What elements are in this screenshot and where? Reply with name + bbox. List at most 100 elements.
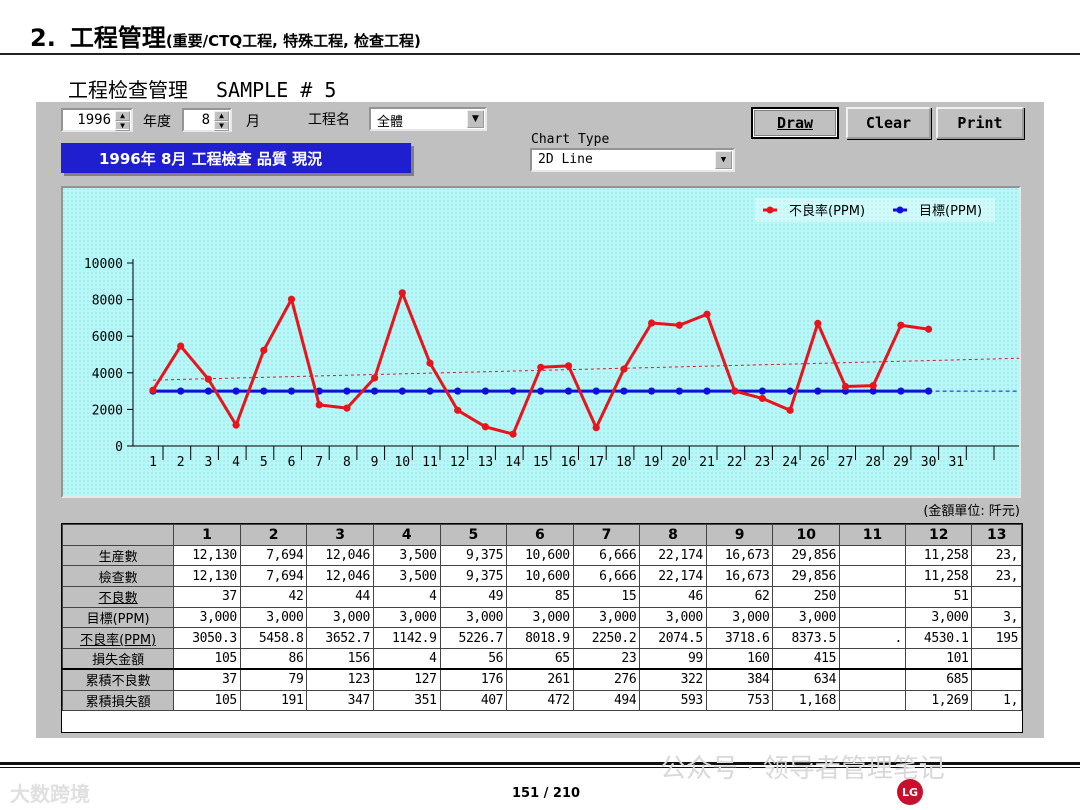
table-cell[interactable]: 105 (173, 689, 241, 712)
table-cell[interactable]: 3,000 (506, 606, 574, 629)
table-cell[interactable]: 2074.5 (639, 627, 707, 650)
table-cell[interactable]: 44 (306, 586, 374, 608)
table-cell[interactable]: 37 (173, 668, 241, 691)
table-cell[interactable]: 4530.1 (904, 627, 973, 650)
process-select[interactable]: 全體 ▼ (369, 107, 487, 131)
table-cell[interactable]: 29,856 (772, 565, 840, 588)
table-cell[interactable]: 191 (239, 689, 308, 712)
table-cell[interactable]: 3,000 (639, 606, 707, 629)
table-cell[interactable] (839, 648, 906, 670)
table-cell[interactable]: 3,000 (904, 606, 973, 629)
table-cell[interactable]: 49 (439, 586, 508, 608)
table-cell[interactable]: 1,168 (772, 689, 840, 712)
table-cell[interactable]: 86 (239, 648, 308, 670)
table-cell[interactable]: 3652.7 (306, 627, 374, 650)
table-cell[interactable]: 12,046 (306, 565, 374, 588)
table-cell[interactable]: 8373.5 (772, 627, 840, 650)
table-cell[interactable]: 4 (372, 648, 441, 670)
table-cell[interactable]: 23 (572, 648, 641, 670)
table-cell[interactable]: 593 (639, 689, 707, 712)
table-cell[interactable]: 37 (173, 586, 241, 608)
spin-arrows-icon[interactable]: ▲ ▼ (115, 111, 130, 131)
table-cell[interactable]: 634 (772, 668, 840, 691)
table-cell[interactable]: 415 (772, 648, 840, 670)
table-cell[interactable]: 472 (506, 689, 574, 712)
table-cell[interactable]: 3,000 (439, 606, 508, 629)
table-cell[interactable] (839, 565, 906, 588)
table-cell[interactable]: 2250.2 (572, 627, 641, 650)
table-cell[interactable]: 5458.8 (239, 627, 308, 650)
table-cell[interactable]: 1,269 (904, 689, 973, 712)
draw-button[interactable]: Draw (751, 107, 839, 139)
table-cell[interactable]: 9,375 (439, 544, 508, 567)
table-cell[interactable]: 85 (506, 586, 574, 608)
dropdown-arrow-icon[interactable]: ▼ (467, 110, 484, 128)
table-cell[interactable]: 15 (572, 586, 641, 608)
table-cell[interactable]: 384 (705, 668, 774, 691)
table-cell[interactable]: 42 (239, 586, 308, 608)
table-cell[interactable]: 494 (572, 689, 641, 712)
table-cell[interactable]: 1142.9 (372, 627, 441, 650)
table-cell[interactable]: 3,500 (372, 565, 441, 588)
table-cell[interactable]: 4 (372, 586, 441, 608)
table-cell[interactable]: 16,673 (705, 544, 774, 567)
table-cell[interactable]: 6,666 (572, 565, 641, 588)
table-cell[interactable]: 685 (904, 668, 973, 691)
table-cell[interactable]: 3,500 (372, 544, 441, 567)
table-cell[interactable]: 3718.6 (705, 627, 774, 650)
dropdown-arrow-icon[interactable]: ▼ (715, 151, 732, 169)
table-cell[interactable]: 79 (239, 668, 308, 691)
table-cell[interactable]: 12,046 (306, 544, 374, 567)
table-cell[interactable] (839, 689, 906, 712)
table-cell[interactable]: 12,130 (173, 544, 241, 567)
spin-arrows-icon[interactable]: ▲ ▼ (214, 111, 229, 131)
table-cell[interactable]: 3,000 (173, 606, 241, 629)
table-cell[interactable]: 65 (506, 648, 574, 670)
table-cell[interactable]: 56 (439, 648, 508, 670)
table-cell[interactable]: 5226.7 (439, 627, 508, 650)
table-cell[interactable] (971, 648, 1022, 670)
table-cell[interactable]: 9,375 (439, 565, 508, 588)
table-cell[interactable]: 62 (705, 586, 774, 608)
data-grid[interactable]: 1 2 3 4 5 6 7 8 9 10 11 12 13 生産數 12,130 7,694 12,046 3,… (61, 523, 1023, 733)
table-cell[interactable]: 3,000 (239, 606, 308, 629)
table-cell[interactable]: 3050.3 (173, 627, 241, 650)
table-cell[interactable] (839, 668, 906, 691)
table-cell[interactable]: 12,130 (173, 565, 241, 588)
table-cell[interactable]: 250 (772, 586, 840, 608)
table-cell[interactable]: 3,000 (572, 606, 641, 629)
table-cell[interactable]: 176 (439, 668, 508, 691)
table-cell[interactable]: 7,694 (239, 565, 308, 588)
table-cell[interactable] (839, 586, 906, 608)
table-cell[interactable]: 3, (971, 606, 1022, 629)
clear-button[interactable]: Clear (846, 107, 931, 139)
table-cell[interactable]: 347 (306, 689, 374, 712)
table-cell[interactable]: 127 (372, 668, 441, 691)
table-cell[interactable]: 261 (506, 668, 574, 691)
table-cell[interactable] (839, 544, 906, 567)
table-cell[interactable]: 3,000 (772, 606, 840, 629)
year-spinner[interactable]: 1996 ▲ ▼ (61, 108, 133, 132)
table-cell[interactable]: 101 (904, 648, 973, 670)
table-cell[interactable]: 351 (372, 689, 441, 712)
table-cell[interactable]: 23, (971, 544, 1022, 567)
table-cell[interactable]: 407 (439, 689, 508, 712)
table-cell[interactable]: 195 (971, 627, 1022, 650)
chart-type-select[interactable]: 2D Line ▼ (530, 148, 735, 172)
table-cell[interactable]: 105 (173, 648, 241, 670)
table-cell[interactable]: 3,000 (306, 606, 374, 629)
table-cell[interactable]: 99 (639, 648, 707, 670)
table-cell[interactable]: 322 (639, 668, 707, 691)
table-cell[interactable]: 10,600 (506, 565, 574, 588)
table-cell[interactable]: . (839, 627, 906, 650)
table-cell[interactable] (971, 586, 1022, 608)
table-cell[interactable] (971, 668, 1022, 691)
table-cell[interactable]: 29,856 (772, 544, 840, 567)
table-cell[interactable]: 11,258 (904, 544, 973, 567)
table-cell[interactable]: 156 (306, 648, 374, 670)
print-button[interactable]: Print (936, 107, 1024, 139)
table-cell[interactable]: 160 (705, 648, 774, 670)
table-cell[interactable]: 11,258 (904, 565, 973, 588)
table-cell[interactable]: 16,673 (705, 565, 774, 588)
table-cell[interactable]: 51 (904, 586, 973, 608)
